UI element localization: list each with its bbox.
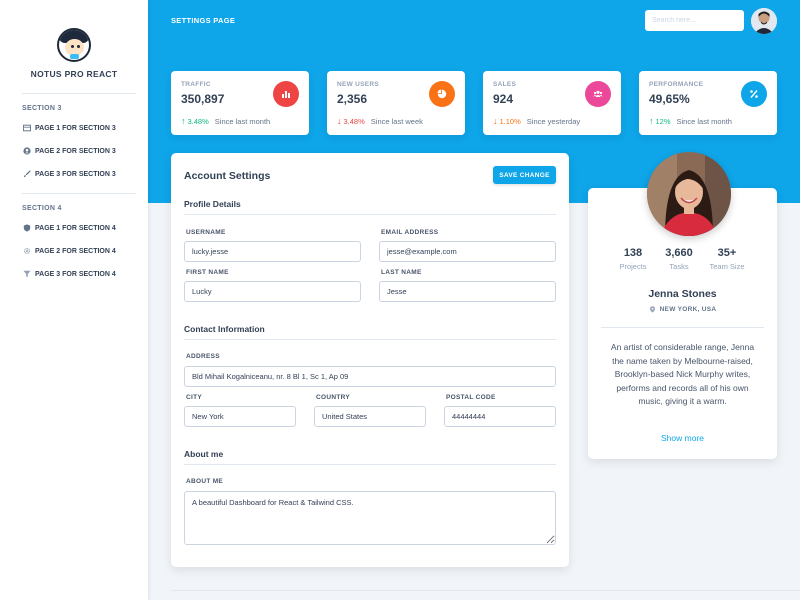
stat-period: Since yesterday <box>526 116 581 126</box>
arrow-down-icon: ↓ <box>493 116 498 126</box>
profile-stat-value: 35+ <box>717 247 737 259</box>
last-name-label: LAST NAME <box>381 269 422 276</box>
profile-name: Jenna Stones <box>648 288 717 300</box>
sidebar-item-label: PAGE 3 FOR SECTION 4 <box>35 270 116 278</box>
stat-period: Since last week <box>370 116 423 126</box>
stat-footer: ↑ 12% Since last month <box>649 116 732 126</box>
stat-period: Since last month <box>214 116 271 126</box>
postal-code-field[interactable] <box>444 406 556 427</box>
user-circle-icon <box>22 147 31 155</box>
city-field[interactable] <box>184 406 296 427</box>
shield-icon <box>22 224 31 232</box>
sidebar: NOTUS PRO REACT SECTION 3 PAGE 1 FOR SEC… <box>0 0 148 600</box>
sidebar-item-label: PAGE 3 FOR SECTION 3 <box>35 170 116 178</box>
account-settings-card: Account Settings SAVE CHANGE Profile Det… <box>171 153 569 567</box>
contact-information-heading: Contact Information <box>184 324 265 334</box>
percent-icon <box>741 81 767 107</box>
account-settings-title: Account Settings <box>184 170 271 182</box>
section-divider <box>184 339 556 340</box>
about-me-heading: About me <box>184 449 224 459</box>
address-label: ADDRESS <box>186 353 220 360</box>
profile-details-heading: Profile Details <box>184 199 241 209</box>
sidebar-heading-section-3: SECTION 3 <box>22 105 62 112</box>
about-me-textarea[interactable]: A beautiful Dashboard for React & Tailwi… <box>184 491 556 545</box>
show-more-link[interactable]: Show more <box>588 433 777 443</box>
sidebar-item-section3-page1[interactable]: PAGE 1 FOR SECTION 3 <box>0 116 148 139</box>
sidebar-item-label: PAGE 1 FOR SECTION 4 <box>35 224 116 232</box>
profile-stat-team-size: 35+ Team Size <box>700 247 754 271</box>
brand[interactable]: NOTUS PRO REACT <box>0 0 148 79</box>
last-name-field[interactable] <box>379 281 556 302</box>
username-label: USERNAME <box>186 229 226 236</box>
country-field[interactable] <box>314 406 426 427</box>
sidebar-heading-section-4: SECTION 4 <box>22 205 62 212</box>
arrow-up-icon: ↑ <box>649 116 654 126</box>
username-field[interactable] <box>184 241 361 262</box>
profile-location-text: NEW YORK, USA <box>659 306 717 313</box>
search-input[interactable] <box>645 10 744 31</box>
gear-icon <box>22 247 31 255</box>
sidebar-item-section4-page2[interactable]: PAGE 2 FOR SECTION 4 <box>0 239 148 262</box>
stat-change: ↓ 1.10% <box>493 116 521 126</box>
stat-footer: ↓ 3.48% Since last week <box>337 116 423 126</box>
stat-change: ↑ 12% <box>649 116 671 126</box>
email-label: EMAIL ADDRESS <box>381 229 439 236</box>
bar-chart-icon <box>273 81 299 107</box>
arrow-up-icon: ↑ <box>181 116 186 126</box>
email-field[interactable] <box>379 241 556 262</box>
city-label: CITY <box>186 394 203 401</box>
stat-footer: ↑ 3.48% Since last month <box>181 116 270 126</box>
filter-icon <box>22 270 31 278</box>
paint-brush-icon <box>22 170 31 178</box>
address-field[interactable] <box>184 366 556 387</box>
table-icon <box>22 124 31 132</box>
user-avatar[interactable] <box>751 8 777 34</box>
brand-name: NOTUS PRO REACT <box>30 69 118 79</box>
profile-location: NEW YORK, USA <box>588 306 777 313</box>
stat-period: Since last month <box>676 116 732 126</box>
section-divider <box>184 464 556 465</box>
profile-stat-tasks: 3,660 Tasks <box>652 247 706 271</box>
profile-bio: An artist of considerable range, Jenna t… <box>610 342 755 407</box>
sidebar-item-section3-page2[interactable]: PAGE 2 FOR SECTION 3 <box>0 139 148 162</box>
save-change-button[interactable]: SAVE CHANGE <box>493 166 556 184</box>
stat-footer: ↓ 1.10% Since yesterday <box>493 116 580 126</box>
profile-stat-label: Team Size <box>709 262 745 271</box>
brand-logo-icon <box>57 28 91 62</box>
sidebar-item-label: PAGE 2 FOR SECTION 3 <box>35 147 116 155</box>
profile-stat-value: 3,660 <box>665 247 693 259</box>
stat-card-new-users: NEW USERS 2,356 ↓ 3.48% Since last week <box>327 71 465 135</box>
sidebar-item-label: PAGE 1 FOR SECTION 3 <box>35 124 116 132</box>
postal-code-label: POSTAL CODE <box>446 394 496 401</box>
country-label: COUNTRY <box>316 394 350 401</box>
stat-card-sales: SALES 924 ↓ 1.10% Since yesterday <box>483 71 621 135</box>
stat-card-traffic: TRAFFIC 350,897 ↑ 3.48% Since last month <box>171 71 309 135</box>
profile-divider <box>601 327 764 328</box>
first-name-field[interactable] <box>184 281 361 302</box>
about-me-label: ABOUT ME <box>186 478 224 485</box>
sidebar-item-section4-page1[interactable]: PAGE 1 FOR SECTION 4 <box>0 216 148 239</box>
section-divider <box>184 214 556 215</box>
pie-chart-icon <box>429 81 455 107</box>
stat-change: ↓ 3.48% <box>337 116 365 126</box>
users-icon <box>585 81 611 107</box>
first-name-label: FIRST NAME <box>186 269 229 276</box>
arrow-down-icon: ↓ <box>337 116 342 126</box>
sidebar-item-section3-page3[interactable]: PAGE 3 FOR SECTION 3 <box>0 162 148 185</box>
footer-divider <box>171 590 800 591</box>
profile-stat-label: Tasks <box>669 262 689 271</box>
map-marker-icon <box>649 306 655 313</box>
sidebar-item-section4-page3[interactable]: PAGE 3 FOR SECTION 4 <box>0 262 148 285</box>
profile-photo <box>647 152 731 236</box>
stat-change: ↑ 3.48% <box>181 116 209 126</box>
stat-card-performance: PERFORMANCE 49,65% ↑ 12% Since last month <box>639 71 777 135</box>
sidebar-item-label: PAGE 2 FOR SECTION 4 <box>35 247 116 255</box>
page-title[interactable]: SETTINGS PAGE <box>171 16 235 25</box>
